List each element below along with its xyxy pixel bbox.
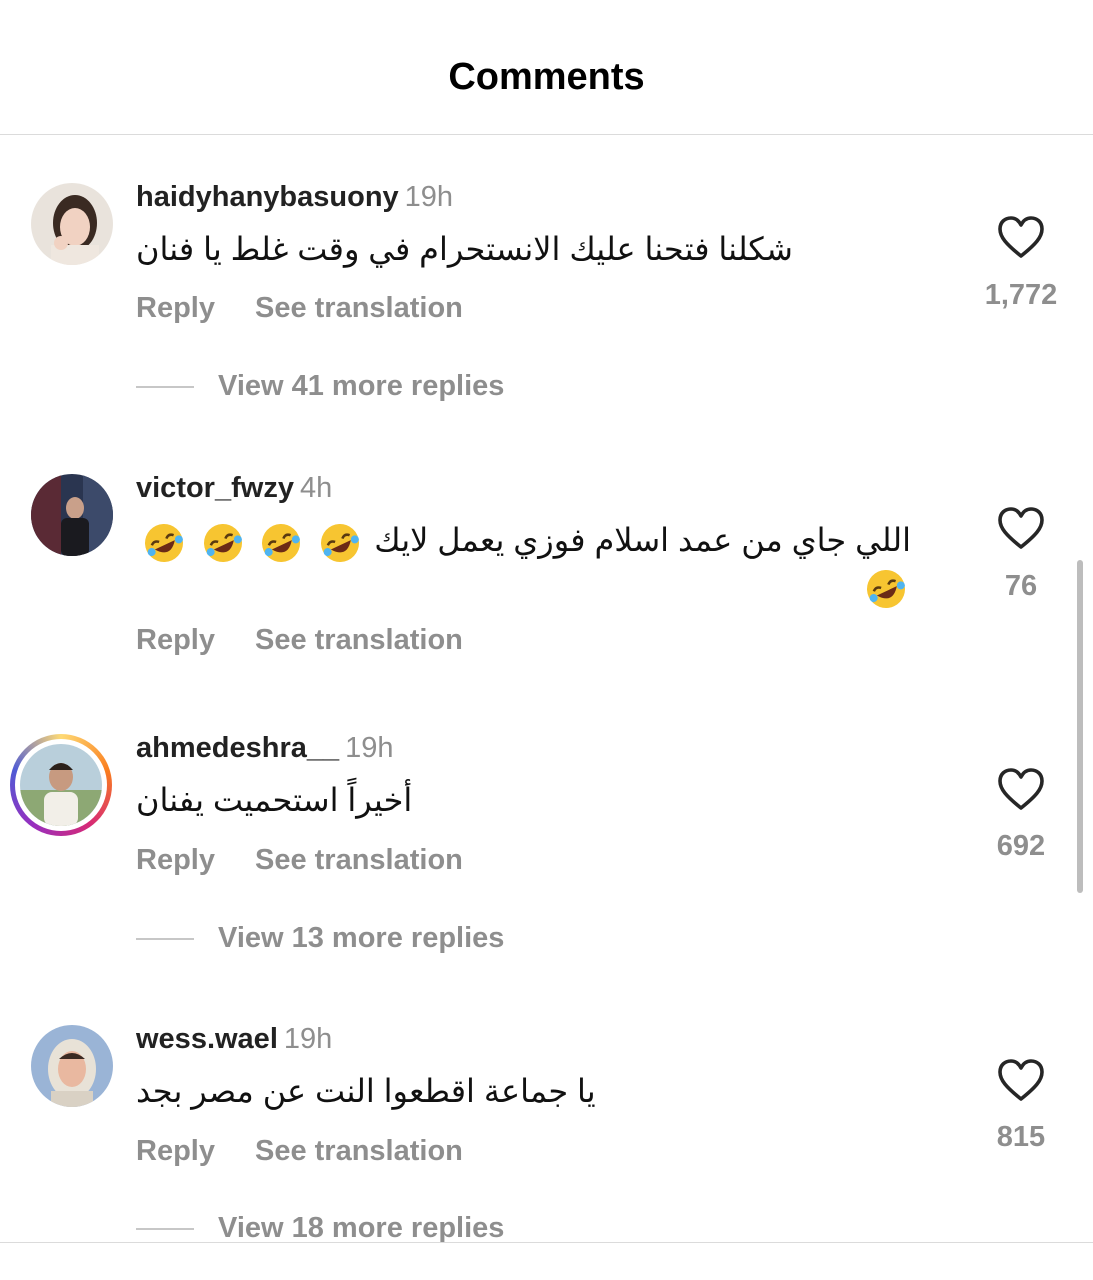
see-translation-button[interactable]: See translation bbox=[255, 292, 463, 325]
see-translation-button[interactable]: See translation bbox=[255, 624, 463, 657]
page-title: Comments bbox=[448, 56, 645, 98]
like-count: 692 bbox=[996, 830, 1046, 862]
heart-icon[interactable] bbox=[996, 766, 1046, 812]
rofl-emoji-icon bbox=[867, 570, 905, 609]
comment-time: 19h bbox=[345, 732, 394, 764]
reply-button[interactable]: Reply bbox=[136, 292, 215, 325]
view-more-replies[interactable]: View 13 more replies bbox=[136, 922, 504, 955]
username[interactable]: haidyhanybasuony bbox=[136, 181, 399, 213]
username[interactable]: ahmedeshra__ bbox=[136, 732, 339, 764]
see-translation-button[interactable]: See translation bbox=[255, 844, 463, 877]
like-count: 76 bbox=[1004, 570, 1038, 602]
comment-text: يا جماعة اقطعوا النت عن مصر بجد bbox=[136, 1073, 596, 1109]
see-translation-button[interactable]: See translation bbox=[255, 1135, 463, 1168]
reply-button[interactable]: Reply bbox=[136, 844, 215, 877]
replies-divider bbox=[136, 1228, 194, 1231]
avatar[interactable] bbox=[31, 474, 113, 556]
comment-text: شكلنا فتحنا عليك الانستحرام في وقت غلط ي… bbox=[136, 231, 793, 267]
rofl-emoji-icon bbox=[321, 523, 360, 562]
rofl-emoji-icon bbox=[262, 523, 301, 562]
avatar-image bbox=[31, 474, 113, 556]
replies-divider bbox=[136, 386, 194, 389]
comment-text-content: اللي جاي من عمد اسلام فوزي يعمل لايك bbox=[374, 522, 911, 558]
avatar[interactable] bbox=[31, 183, 113, 265]
comment-text: اللي جاي من عمد اسلام فوزي يعمل لايك bbox=[136, 517, 911, 610]
rofl-emoji-icon bbox=[144, 523, 183, 562]
comment-text: أخيراً استحميت يفنان bbox=[136, 782, 413, 818]
header: Comments bbox=[0, 0, 1093, 135]
comment-time: 4h bbox=[299, 472, 333, 504]
heart-icon[interactable] bbox=[996, 214, 1046, 260]
like-count: 815 bbox=[996, 1121, 1046, 1153]
username[interactable]: victor_fwzy bbox=[136, 472, 294, 504]
comment-time: 19h bbox=[404, 181, 454, 213]
avatar-image bbox=[31, 1025, 113, 1107]
heart-icon[interactable] bbox=[996, 1057, 1046, 1103]
view-more-replies-label[interactable]: View 41 more replies bbox=[218, 370, 504, 402]
comments-screen: Comments haidyhanybasuony 19h شكلنا فتحنا… bbox=[0, 0, 1093, 1280]
view-more-replies-label[interactable]: View 13 more replies bbox=[218, 922, 504, 954]
reply-button[interactable]: Reply bbox=[136, 1135, 215, 1168]
comment-header: wess.wael 19h bbox=[136, 1023, 332, 1056]
username[interactable]: wess.wael bbox=[136, 1023, 278, 1055]
rofl-emoji-icon bbox=[203, 523, 242, 562]
heart-icon[interactable] bbox=[996, 505, 1046, 551]
avatar-story-ring[interactable] bbox=[10, 734, 112, 836]
avatar-photo bbox=[20, 744, 102, 826]
comment-header: haidyhanybasuony 19h bbox=[136, 181, 453, 214]
comment-header: victor_fwzy 4h bbox=[136, 472, 332, 505]
avatar bbox=[15, 739, 107, 831]
comment-actions: Reply See translation bbox=[136, 844, 463, 877]
like-count: 1,772 bbox=[984, 279, 1058, 311]
comment-actions: Reply See translation bbox=[136, 292, 463, 325]
view-more-replies-label[interactable]: View 18 more replies bbox=[218, 1212, 504, 1244]
comment-actions: Reply See translation bbox=[136, 624, 463, 657]
avatar-image bbox=[20, 744, 102, 826]
reply-button[interactable]: Reply bbox=[136, 624, 215, 657]
view-more-replies[interactable]: View 18 more replies bbox=[136, 1212, 504, 1245]
avatar[interactable] bbox=[31, 1025, 113, 1107]
view-more-replies[interactable]: View 41 more replies bbox=[136, 370, 504, 403]
comment-time: 19h bbox=[283, 1023, 333, 1055]
scrollbar[interactable] bbox=[1077, 560, 1083, 893]
avatar-image bbox=[31, 183, 113, 265]
replies-divider bbox=[136, 938, 194, 941]
comment-header: ahmedeshra__ 19h bbox=[136, 732, 394, 765]
comment-actions: Reply See translation bbox=[136, 1135, 463, 1168]
bottom-divider bbox=[0, 1242, 1093, 1243]
